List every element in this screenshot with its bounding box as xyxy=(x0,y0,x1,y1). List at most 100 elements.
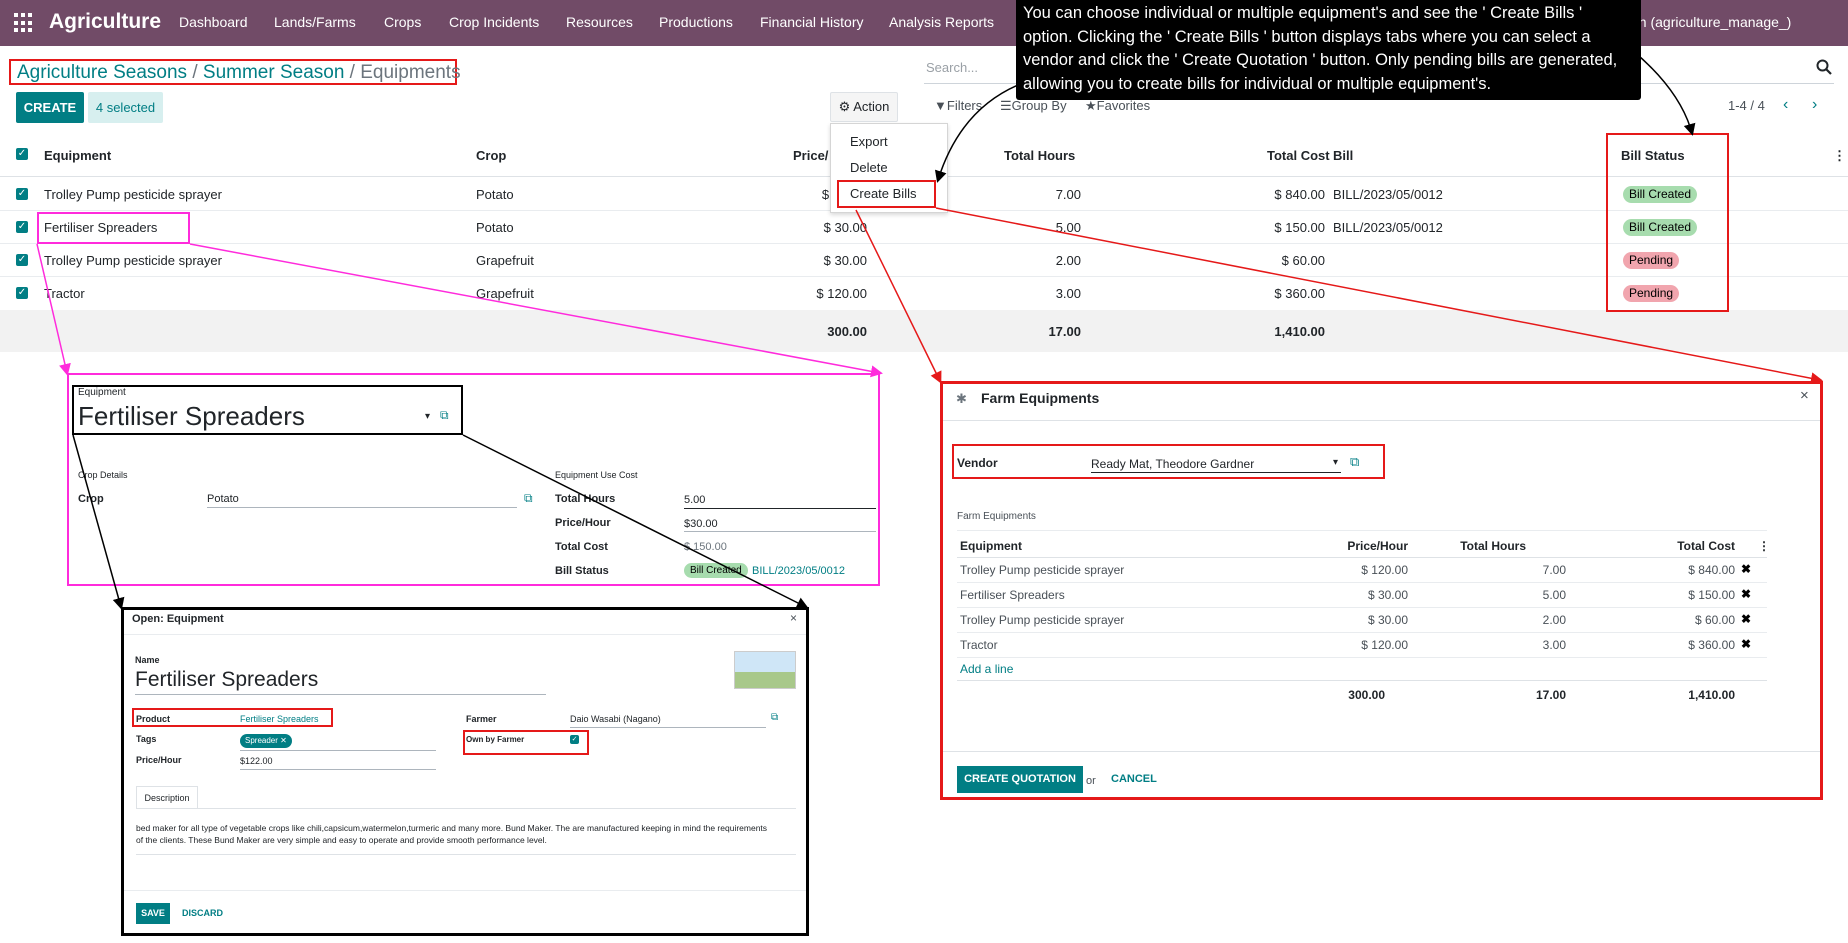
row-price[interactable]: $ 30.00 xyxy=(770,220,867,235)
row-cost[interactable]: $ 150.00 xyxy=(1220,220,1325,235)
close-icon[interactable]: × xyxy=(790,611,797,625)
row-cost[interactable]: $ 360.00 xyxy=(1220,286,1325,301)
column-options-icon[interactable]: ⋮ xyxy=(1758,539,1770,553)
dlg-row-equipment[interactable]: Trolley Pump pesticide sprayer xyxy=(960,563,1124,577)
tab-description[interactable]: Description xyxy=(136,786,198,808)
col-total-hours[interactable]: Total Hours xyxy=(1004,148,1075,163)
row-crop[interactable]: Potato xyxy=(476,220,514,235)
dlg-row-hours[interactable]: 2.00 xyxy=(1430,613,1566,627)
pager-prev-icon[interactable]: ‹ xyxy=(1783,96,1788,114)
row-bill[interactable]: BILL/2023/05/0012 xyxy=(1333,220,1443,235)
col-total-cost[interactable]: Total Cost xyxy=(1267,148,1330,163)
dlg-row-cost[interactable]: $ 360.00 xyxy=(1640,638,1735,652)
row-crop[interactable]: Grapefruit xyxy=(476,253,534,268)
dlg-row-equipment[interactable]: Tractor xyxy=(960,638,998,652)
tag-chip[interactable]: Spreader ✕ xyxy=(240,734,292,748)
equipment-name[interactable]: Fertiliser Spreaders xyxy=(78,401,305,432)
hours-field[interactable]: 5.00 xyxy=(684,494,705,506)
discard-button[interactable]: DISCARD xyxy=(182,908,223,918)
delete-row-icon[interactable]: ✖ xyxy=(1741,637,1751,651)
row-equipment[interactable]: Tractor xyxy=(44,286,85,301)
dlg-col-equipment[interactable]: Equipment xyxy=(960,539,1022,553)
menu-productions[interactable]: Productions xyxy=(659,14,733,30)
group-by-button[interactable]: ☰Group By xyxy=(1000,98,1067,114)
product-field[interactable]: Fertiliser Spreaders xyxy=(240,714,319,724)
select-all-checkbox[interactable]: ✓ xyxy=(16,148,28,160)
dropdown-caret-icon[interactable]: ▾ xyxy=(425,411,430,422)
row-crop[interactable]: Potato xyxy=(476,187,514,202)
dlg-row-price[interactable]: $ 120.00 xyxy=(1280,638,1408,652)
dlg-col-cost[interactable]: Total Cost xyxy=(1640,539,1735,553)
crop-field[interactable]: Potato xyxy=(207,493,239,505)
delete-row-icon[interactable]: ✖ xyxy=(1741,612,1751,626)
app-menu-icon[interactable] xyxy=(14,13,34,33)
breadcrumb-seasons[interactable]: Agriculture Seasons xyxy=(17,62,187,83)
app-brand[interactable]: Agriculture xyxy=(49,10,161,34)
selected-count[interactable]: 4 selected xyxy=(88,92,163,123)
favorites-button[interactable]: ★Favorites xyxy=(1085,98,1150,114)
dlg-row-equipment[interactable]: Trolley Pump pesticide sprayer xyxy=(960,613,1124,627)
name-field[interactable]: Fertiliser Spreaders xyxy=(135,668,318,692)
farmer-field[interactable]: Daio Wasabi (Nagano) xyxy=(570,714,661,724)
column-options-icon[interactable]: ⋮ xyxy=(1833,148,1846,164)
row-price[interactable]: $ 30.00 xyxy=(770,253,867,268)
row-cost[interactable]: $ 840.00 xyxy=(1220,187,1325,202)
create-button[interactable]: CREATE xyxy=(16,92,84,123)
delete-row-icon[interactable]: ✖ xyxy=(1741,562,1751,576)
create-quotation-button[interactable]: CREATE QUOTATION xyxy=(957,766,1083,793)
action-button[interactable]: ⚙ Action xyxy=(830,92,898,122)
external-link-icon[interactable]: ⧉ xyxy=(771,712,778,723)
row-checkbox[interactable]: ✓ xyxy=(16,188,28,200)
col-crop[interactable]: Crop xyxy=(476,148,506,163)
cancel-button[interactable]: CANCEL xyxy=(1111,773,1157,785)
row-crop[interactable]: Grapefruit xyxy=(476,286,534,301)
remove-tag-icon[interactable]: ✕ xyxy=(280,736,287,745)
row-checkbox[interactable]: ✓ xyxy=(16,254,28,266)
menu-dashboard[interactable]: Dashboard xyxy=(179,14,248,30)
row-hours[interactable]: 7.00 xyxy=(1000,187,1081,202)
row-hours[interactable]: 2.00 xyxy=(1000,253,1081,268)
dlg-row-cost[interactable]: $ 60.00 xyxy=(1640,613,1735,627)
price-hour-field[interactable]: $122.00 xyxy=(240,756,273,766)
filters-button[interactable]: ▼Filters xyxy=(934,98,982,113)
external-link-icon[interactable]: ⧉ xyxy=(524,491,533,506)
external-link-icon[interactable]: ⧉ xyxy=(1350,454,1359,470)
external-link-icon[interactable]: ⧉ xyxy=(440,408,449,423)
close-icon[interactable]: × xyxy=(1800,387,1809,404)
col-bill[interactable]: Bill xyxy=(1333,148,1353,163)
menu-analysis-reports[interactable]: Analysis Reports xyxy=(889,14,994,30)
save-button[interactable]: SAVE xyxy=(136,903,170,924)
price-field[interactable]: $30.00 xyxy=(684,518,718,530)
pager-value[interactable]: 1-4 / 4 xyxy=(1728,98,1765,113)
dlg-row-cost[interactable]: $ 840.00 xyxy=(1640,563,1735,577)
search-input[interactable]: Search... xyxy=(926,60,978,75)
add-line-link[interactable]: Add a line xyxy=(960,662,1013,676)
bill-link[interactable]: BILL/2023/05/0012 xyxy=(752,565,845,577)
action-delete[interactable]: Delete xyxy=(850,160,888,175)
description-text[interactable]: bed maker for all type of vegetable crop… xyxy=(136,822,776,846)
vendor-field[interactable]: Ready Mat, Theodore Gardner xyxy=(1091,457,1254,471)
dlg-row-hours[interactable]: 5.00 xyxy=(1430,588,1566,602)
menu-lands-farms[interactable]: Lands/Farms xyxy=(274,14,356,30)
menu-financial-history[interactable]: Financial History xyxy=(760,14,863,30)
own-farmer-checkbox[interactable]: ✓ xyxy=(570,735,579,744)
breadcrumb-season[interactable]: Summer Season xyxy=(203,62,345,83)
row-checkbox[interactable]: ✓ xyxy=(16,287,28,299)
row-bill[interactable]: BILL/2023/05/0012 xyxy=(1333,187,1443,202)
menu-resources[interactable]: Resources xyxy=(566,14,633,30)
dropdown-caret-icon[interactable]: ▾ xyxy=(1333,457,1338,468)
equipment-image[interactable] xyxy=(734,651,796,689)
row-equipment[interactable]: Trolley Pump pesticide sprayer xyxy=(44,187,222,202)
row-hours[interactable]: 5.00 xyxy=(1000,220,1081,235)
action-export[interactable]: Export xyxy=(850,134,888,149)
dlg-row-price[interactable]: $ 30.00 xyxy=(1280,613,1408,627)
row-checkbox[interactable]: ✓ xyxy=(16,221,28,233)
dlg-row-hours[interactable]: 7.00 xyxy=(1430,563,1566,577)
dlg-row-price[interactable]: $ 120.00 xyxy=(1280,563,1408,577)
row-cost[interactable]: $ 60.00 xyxy=(1220,253,1325,268)
dlg-row-cost[interactable]: $ 150.00 xyxy=(1640,588,1735,602)
row-price[interactable]: $ 120.00 xyxy=(770,286,867,301)
row-equipment[interactable]: Trolley Pump pesticide sprayer xyxy=(44,253,222,268)
dlg-row-price[interactable]: $ 30.00 xyxy=(1280,588,1408,602)
menu-crop-incidents[interactable]: Crop Incidents xyxy=(449,14,539,30)
